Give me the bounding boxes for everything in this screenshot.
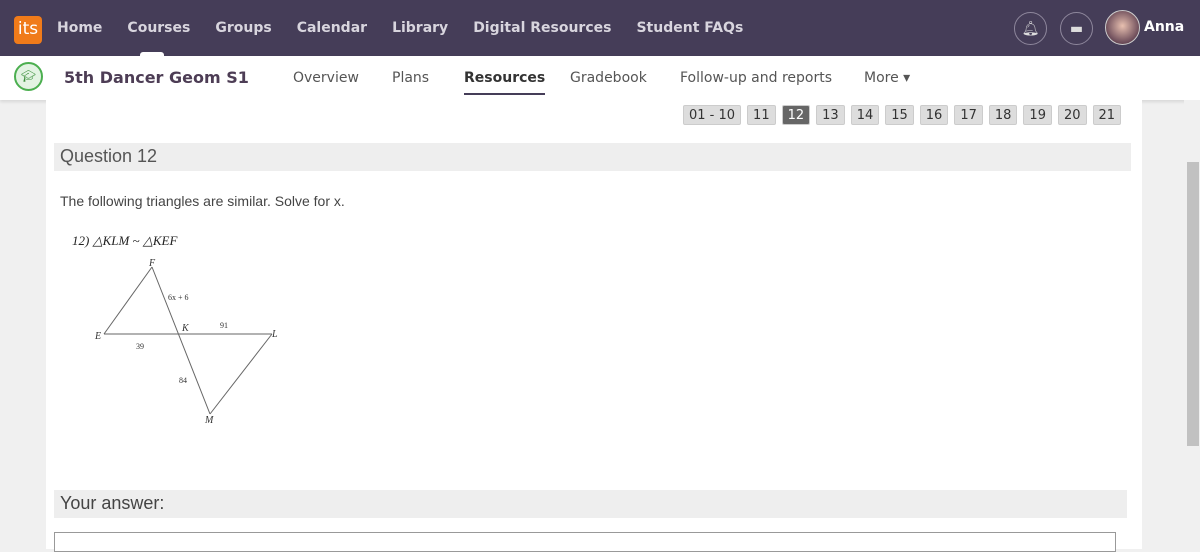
page-11[interactable]: 21 — [1092, 105, 1122, 125]
page-2[interactable]: 12 — [781, 105, 811, 125]
tab-resources[interactable]: Resources — [464, 70, 546, 95]
nav-home[interactable]: Home — [57, 20, 102, 36]
figure-label: 12) △KLM ~ △KEF — [72, 233, 178, 248]
triangle-lines — [103, 266, 273, 415]
length-fk: 6x + 6 — [168, 293, 189, 302]
question-prompt: The following triangles are similar. Sol… — [60, 193, 345, 209]
tab-follow-up[interactable]: Follow-up and reports — [680, 70, 832, 86]
scrollbar-thumb[interactable] — [1187, 162, 1199, 446]
tab-overview[interactable]: Overview — [293, 70, 359, 86]
triangle-figure: 12) △KLM ~ △KEF F E K L M 6x + 6 91 39 8… — [72, 233, 278, 426]
answer-label: Your answer: — [54, 490, 1127, 518]
nav-student-faqs[interactable]: Student FAQs — [636, 20, 743, 36]
vertex-l: L — [271, 329, 278, 340]
vertex-e: E — [94, 331, 101, 342]
vertex-m: M — [204, 415, 214, 426]
bell-icon[interactable]: 🔔︎ — [1014, 12, 1047, 45]
page-9[interactable]: 19 — [1023, 105, 1052, 125]
chat-icon[interactable]: ▬ — [1060, 12, 1093, 45]
page-3[interactable]: 13 — [816, 105, 845, 125]
nav-library[interactable]: Library — [392, 20, 448, 36]
page-4[interactable]: 14 — [850, 105, 880, 125]
question-pager: 01 - 10 11 12 13 14 15 16 17 18 19 20 21 — [683, 105, 1122, 125]
course-title[interactable]: 5th Dancer Geom S1 — [64, 68, 249, 87]
page-7[interactable]: 17 — [954, 105, 983, 125]
tab-more[interactable]: More ▾ — [864, 70, 910, 86]
length-ek: 39 — [136, 342, 144, 351]
vertex-f: F — [148, 258, 156, 269]
page-10[interactable]: 20 — [1057, 105, 1087, 125]
tab-gradebook[interactable]: Gradebook — [570, 70, 647, 86]
nav-calendar[interactable]: Calendar — [297, 20, 367, 36]
its-logo[interactable]: its — [14, 16, 42, 44]
page-0[interactable]: 01 - 10 — [683, 105, 742, 125]
page-6[interactable]: 16 — [919, 105, 949, 125]
vertex-k: K — [181, 323, 190, 334]
tab-plans[interactable]: Plans — [392, 70, 429, 86]
nav-groups[interactable]: Groups — [215, 20, 271, 36]
avatar[interactable] — [1105, 10, 1140, 45]
main-nav: Home Courses Groups Calendar Library Dig… — [57, 0, 768, 56]
answer-input[interactable] — [54, 532, 1116, 552]
page-1[interactable]: 11 — [747, 105, 776, 125]
graduation-cap-icon: 🎓︎ — [14, 62, 43, 91]
page-5[interactable]: 15 — [885, 105, 914, 125]
user-name[interactable]: Anna — [1144, 19, 1184, 35]
length-kl: 91 — [220, 321, 228, 330]
course-header: 🎓︎ 5th Dancer Geom S1 Overview Plans Res… — [0, 56, 1200, 100]
length-km: 84 — [179, 376, 187, 385]
question-title: Question 12 — [54, 143, 1131, 171]
nav-digital-resources[interactable]: Digital Resources — [473, 20, 611, 36]
top-navigation: its Home Courses Groups Calendar Library… — [0, 0, 1200, 56]
nav-courses[interactable]: Courses — [127, 20, 190, 36]
page-8[interactable]: 18 — [988, 105, 1018, 125]
